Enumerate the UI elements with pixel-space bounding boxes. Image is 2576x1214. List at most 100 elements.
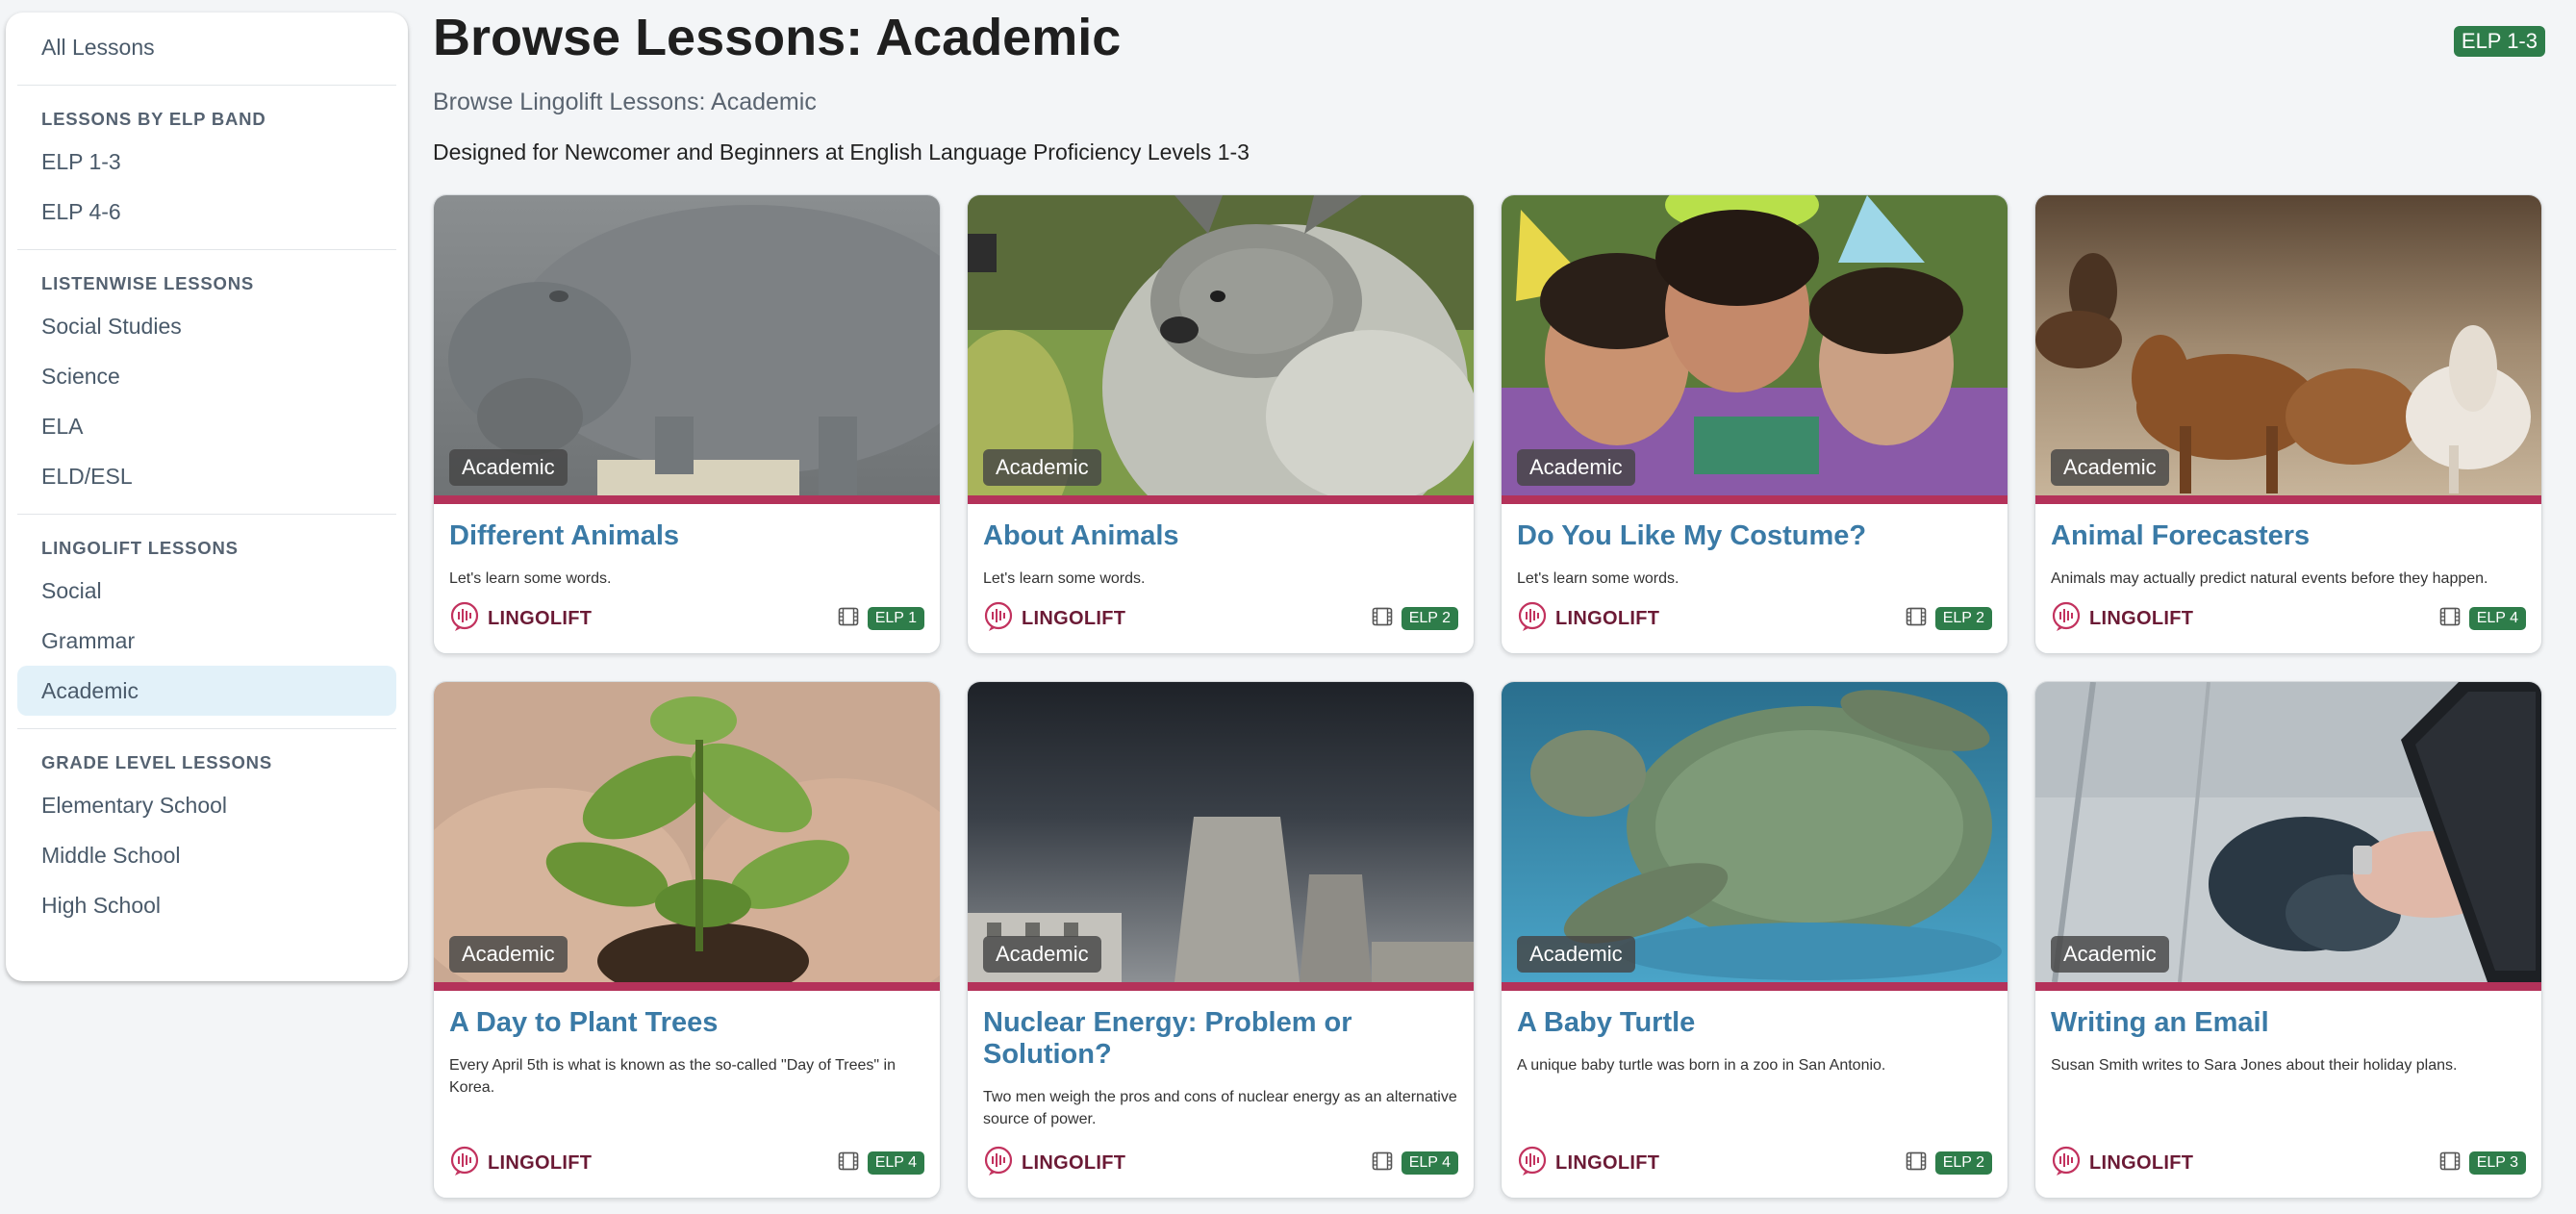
card-footer: LINGOLIFT ELP 4 bbox=[449, 1146, 924, 1180]
video-icon bbox=[838, 607, 859, 631]
accent-bar bbox=[1502, 982, 2008, 991]
lesson-thumbnail-horses[interactable]: Academic bbox=[2035, 195, 2541, 495]
accent-bar bbox=[968, 982, 1474, 991]
lesson-card[interactable]: Academic Different Animals Let's learn s… bbox=[433, 194, 941, 654]
category-badge: Academic bbox=[2051, 936, 2169, 973]
sidebar-item-middle-school[interactable]: Middle School bbox=[17, 830, 396, 880]
sidebar-heading-elp-band: LESSONS BY ELP BAND bbox=[41, 109, 266, 129]
lesson-description: Animals may actually predict natural eve… bbox=[2051, 570, 2488, 587]
lesson-description: Let's learn some words. bbox=[1517, 570, 1679, 587]
category-badge: Academic bbox=[2051, 449, 2169, 486]
sidebar-divider bbox=[17, 249, 396, 250]
video-icon bbox=[1906, 1151, 1927, 1176]
lesson-card[interactable]: Academic Writing an Email Susan Smith wr… bbox=[2034, 681, 2542, 1199]
lesson-thumbnail-phone-hand[interactable]: Academic bbox=[2035, 682, 2541, 982]
sidebar: All Lessons LESSONS BY ELP BAND ELP 1-3 … bbox=[6, 13, 408, 981]
sidebar-item-elp-4-6[interactable]: ELP 4-6 bbox=[17, 187, 396, 237]
sidebar-divider bbox=[17, 514, 396, 515]
accent-bar bbox=[968, 495, 1474, 504]
card-footer: LINGOLIFT ELP 4 bbox=[983, 1146, 1458, 1180]
page-title: Browse Lessons: Academic bbox=[433, 9, 1122, 66]
lingolift-logo-icon bbox=[2051, 1146, 2082, 1181]
category-badge: Academic bbox=[449, 936, 568, 973]
lesson-title[interactable]: Nuclear Energy: Problem or Solution? bbox=[983, 1007, 1458, 1071]
card-footer: LINGOLIFT ELP 1 bbox=[449, 601, 924, 636]
elp-level-badge: ELP 2 bbox=[1401, 607, 1458, 630]
lesson-thumbnail-seedling[interactable]: Academic bbox=[434, 682, 940, 982]
lingolift-logo-icon bbox=[1517, 1146, 1548, 1181]
lesson-thumbnail-kangaroo[interactable]: Academic bbox=[968, 195, 1474, 495]
lesson-title[interactable]: Different Animals bbox=[449, 520, 924, 552]
lesson-title[interactable]: A Baby Turtle bbox=[1517, 1007, 1992, 1039]
lesson-grid: Academic Different Animals Let's learn s… bbox=[433, 194, 2542, 1199]
brand-name: LINGOLIFT bbox=[1555, 1151, 1660, 1174]
lesson-title[interactable]: Do You Like My Costume? bbox=[1517, 520, 1992, 552]
lingolift-logo-icon bbox=[449, 601, 480, 637]
lingolift-logo-icon bbox=[983, 601, 1014, 637]
video-icon bbox=[2439, 607, 2461, 631]
lingolift-logo-icon bbox=[2051, 601, 2082, 637]
card-footer: LINGOLIFT ELP 2 bbox=[1517, 1146, 1992, 1180]
lesson-thumbnail-cooling-tower[interactable]: Academic bbox=[968, 682, 1474, 982]
sidebar-item-eld-esl[interactable]: ELD/ESL bbox=[17, 451, 396, 501]
lesson-card[interactable]: Academic Do You Like My Costume? Let's l… bbox=[1501, 194, 2008, 654]
sidebar-item-elementary-school[interactable]: Elementary School bbox=[17, 780, 396, 830]
sidebar-item-social[interactable]: Social bbox=[17, 566, 396, 616]
lesson-card[interactable]: Academic About Animals Let's learn some … bbox=[967, 194, 1475, 654]
lesson-title[interactable]: About Animals bbox=[983, 520, 1458, 552]
lesson-title[interactable]: A Day to Plant Trees bbox=[449, 1007, 924, 1039]
elp-level-badge: ELP 2 bbox=[1934, 607, 1992, 630]
sidebar-item-social-studies[interactable]: Social Studies bbox=[17, 301, 396, 351]
video-icon bbox=[1906, 607, 1927, 631]
brand-name: LINGOLIFT bbox=[2089, 1151, 2194, 1174]
brand-name: LINGOLIFT bbox=[1022, 1151, 1126, 1174]
video-icon bbox=[1372, 1151, 1393, 1176]
video-icon bbox=[838, 1151, 859, 1176]
card-footer: LINGOLIFT ELP 2 bbox=[983, 601, 1458, 636]
lesson-title[interactable]: Writing an Email bbox=[2051, 1007, 2526, 1039]
sidebar-item-grammar[interactable]: Grammar bbox=[17, 616, 396, 666]
elp-band-badge: ELP 1-3 bbox=[2453, 26, 2545, 57]
lesson-thumbnail-turtle[interactable]: Academic bbox=[1502, 682, 2008, 982]
sidebar-heading-grade-level: GRADE LEVEL LESSONS bbox=[41, 752, 272, 772]
sidebar-heading-lingolift: LINGOLIFT LESSONS bbox=[41, 538, 239, 558]
lesson-title[interactable]: Animal Forecasters bbox=[2051, 520, 2526, 552]
sidebar-heading-listenwise: LISTENWISE LESSONS bbox=[41, 273, 255, 293]
category-badge: Academic bbox=[1517, 449, 1635, 486]
lesson-thumbnail-hippo[interactable]: Academic bbox=[434, 195, 940, 495]
category-badge: Academic bbox=[449, 449, 568, 486]
lesson-card[interactable]: Academic A Day to Plant Trees Every Apri… bbox=[433, 681, 941, 1199]
elp-level-badge: ELP 3 bbox=[2468, 1151, 2526, 1175]
sidebar-item-high-school[interactable]: High School bbox=[17, 880, 396, 930]
sidebar-item-ela[interactable]: ELA bbox=[17, 401, 396, 451]
brand-name: LINGOLIFT bbox=[488, 1151, 593, 1174]
accent-bar bbox=[2035, 982, 2541, 991]
sidebar-item-science[interactable]: Science bbox=[17, 351, 396, 401]
video-icon bbox=[1372, 607, 1393, 631]
elp-level-badge: ELP 2 bbox=[1934, 1151, 1992, 1175]
accent-bar bbox=[434, 982, 940, 991]
elp-level-badge: ELP 4 bbox=[2468, 607, 2526, 630]
lesson-card[interactable]: Academic A Baby Turtle A unique baby tur… bbox=[1501, 681, 2008, 1199]
accent-bar bbox=[2035, 495, 2541, 504]
category-badge: Academic bbox=[983, 449, 1101, 486]
sidebar-item-academic[interactable]: Academic bbox=[17, 666, 396, 716]
lesson-card[interactable]: Academic Animal Forecasters Animals may … bbox=[2034, 194, 2542, 654]
sidebar-item-elp-1-3[interactable]: ELP 1-3 bbox=[17, 137, 396, 187]
lingolift-logo-icon bbox=[449, 1146, 480, 1181]
sidebar-item-all-lessons[interactable]: All Lessons bbox=[17, 22, 396, 72]
accent-bar bbox=[1502, 495, 2008, 504]
brand-name: LINGOLIFT bbox=[1555, 607, 1660, 629]
lesson-description: Every April 5th is what is known as the … bbox=[449, 1057, 897, 1096]
lesson-description: Let's learn some words. bbox=[449, 570, 612, 587]
lesson-card[interactable]: Academic Nuclear Energy: Problem or Solu… bbox=[967, 681, 1475, 1199]
lesson-thumbnail-party-kids[interactable]: Academic bbox=[1502, 195, 2008, 495]
card-footer: LINGOLIFT ELP 3 bbox=[2051, 1146, 2526, 1180]
brand-name: LINGOLIFT bbox=[488, 607, 593, 629]
card-footer: LINGOLIFT ELP 4 bbox=[2051, 601, 2526, 636]
lesson-description: A unique baby turtle was born in a zoo i… bbox=[1517, 1057, 1886, 1074]
lesson-description: Susan Smith writes to Sara Jones about t… bbox=[2051, 1057, 2458, 1074]
lesson-description: Two men weigh the pros and cons of nucle… bbox=[983, 1089, 1457, 1127]
elp-level-badge: ELP 1 bbox=[867, 607, 924, 630]
page-subtitle: Browse Lingolift Lessons: Academic bbox=[433, 89, 817, 115]
